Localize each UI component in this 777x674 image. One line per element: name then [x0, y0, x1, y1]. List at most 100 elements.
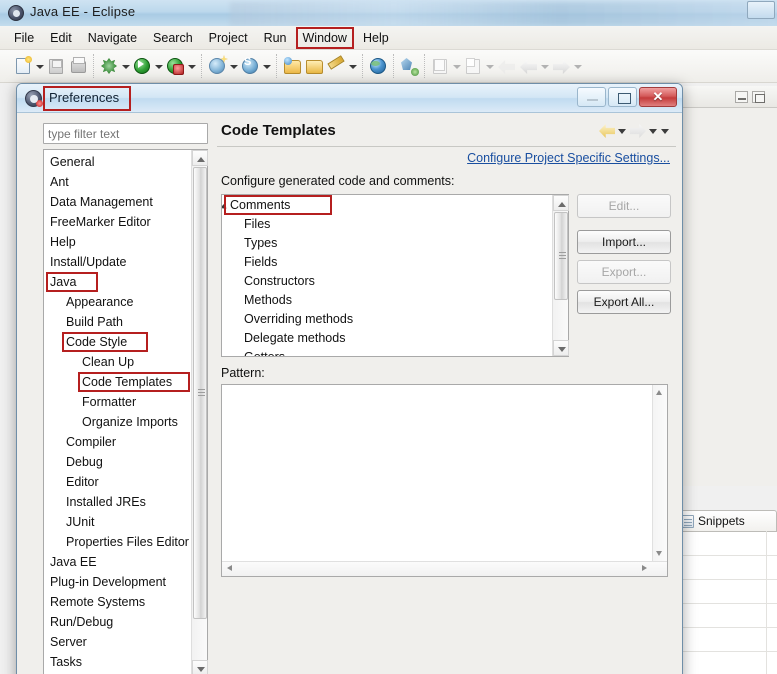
- templates-scroll-thumb[interactable]: [554, 212, 568, 300]
- template-item-comments[interactable]: Comments: [222, 195, 552, 215]
- tree-item-freemarker-editor[interactable]: FreeMarker Editor: [44, 212, 191, 232]
- open-resource-icon[interactable]: [304, 56, 324, 76]
- dialog-close-button[interactable]: [639, 87, 677, 107]
- open-dropdown-arrow[interactable]: [348, 56, 357, 76]
- preferences-tree[interactable]: General Ant Data Management FreeMarker Edit…: [43, 149, 208, 674]
- new-server-icon[interactable]: [240, 56, 260, 76]
- run-as-dropdown-arrow[interactable]: [187, 56, 196, 76]
- forward-dropdown-arrow[interactable]: [649, 124, 658, 138]
- tab-snippets[interactable]: Snippets: [676, 510, 777, 531]
- export-all-button[interactable]: Export All...: [577, 290, 671, 314]
- template-item-types[interactable]: Types: [222, 234, 552, 253]
- new-wizard-icon[interactable]: [207, 56, 227, 76]
- run-icon[interactable]: [132, 56, 152, 76]
- templates-scrollbar[interactable]: [552, 195, 569, 356]
- dialog-maximize-button[interactable]: [608, 87, 637, 107]
- tree-item-help[interactable]: Help: [44, 232, 191, 252]
- pencil-icon[interactable]: [326, 56, 346, 76]
- back-arrow-icon[interactable]: [599, 124, 615, 138]
- filter-input[interactable]: [44, 124, 207, 143]
- back-dropdown-arrow: [540, 56, 549, 76]
- tree-item-tasks[interactable]: Tasks: [44, 652, 191, 672]
- tree-item-properties-files-editor[interactable]: Properties Files Editor: [44, 532, 191, 552]
- forward-arrow-icon[interactable]: [630, 124, 646, 138]
- web-browser-icon[interactable]: [368, 56, 388, 76]
- tree-scrollbar[interactable]: [191, 150, 208, 674]
- tree-scroll-down-arrow[interactable]: [192, 660, 208, 674]
- external-tools-icon[interactable]: [399, 56, 419, 76]
- templates-scroll-down-arrow[interactable]: [553, 340, 569, 356]
- debug-icon[interactable]: [99, 56, 119, 76]
- template-item-delegate-methods[interactable]: Delegate methods: [222, 329, 552, 348]
- menu-edit[interactable]: Edit: [42, 28, 80, 48]
- tree-item-general[interactable]: General: [44, 152, 191, 172]
- tree-item-run-debug[interactable]: Run/Debug: [44, 612, 191, 632]
- tree-item-appearance[interactable]: Appearance: [44, 292, 191, 312]
- tree-item-debug[interactable]: Debug: [44, 452, 191, 472]
- dialog-minimize-button[interactable]: [577, 87, 606, 107]
- pattern-scroll-left-arrow[interactable]: [222, 561, 237, 576]
- configure-project-specific-settings-link[interactable]: Configure Project Specific Settings...: [467, 151, 670, 165]
- new-server-dropdown-arrow[interactable]: [262, 56, 271, 76]
- menu-file[interactable]: File: [6, 28, 42, 48]
- print-icon[interactable]: [68, 56, 88, 76]
- template-item-methods[interactable]: Methods: [222, 291, 552, 310]
- template-item-overriding-methods[interactable]: Overriding methods: [222, 310, 552, 329]
- run-as-icon[interactable]: [165, 56, 185, 76]
- tree-item-plug-in-development[interactable]: Plug-in Development: [44, 572, 191, 592]
- window-minimize-button[interactable]: [747, 1, 775, 19]
- tree-item-clean-up[interactable]: Clean Up: [44, 352, 191, 372]
- code-templates-list[interactable]: Comments Files Types Fields Constructors Meth…: [221, 194, 569, 357]
- new-dropdown-arrow[interactable]: [35, 56, 44, 76]
- debug-dropdown-arrow[interactable]: [121, 56, 130, 76]
- menu-project[interactable]: Project: [201, 28, 256, 48]
- tree-item-server[interactable]: Server: [44, 632, 191, 652]
- menu-window[interactable]: Window: [295, 26, 355, 49]
- tree-item-formatter[interactable]: Formatter: [44, 392, 191, 412]
- template-item-constructors[interactable]: Constructors: [222, 272, 552, 291]
- tree-item-ant[interactable]: Ant: [44, 172, 191, 192]
- tree-item-code-style[interactable]: Code Style: [44, 332, 191, 352]
- templates-scroll-up-arrow[interactable]: [553, 195, 569, 211]
- tree-item-organize-imports[interactable]: Organize Imports: [44, 412, 191, 432]
- pattern-scroll-down-arrow[interactable]: [652, 546, 667, 561]
- menu-help[interactable]: Help: [355, 28, 397, 48]
- pattern-textarea[interactable]: [221, 384, 668, 577]
- import-button[interactable]: Import...: [577, 230, 671, 254]
- pattern-vertical-scrollbar[interactable]: [652, 385, 667, 561]
- menu-navigate[interactable]: Navigate: [80, 28, 145, 48]
- edit-button[interactable]: Edit...: [577, 194, 671, 218]
- pattern-scroll-right-arrow[interactable]: [637, 561, 652, 576]
- tree-item-code-templates[interactable]: Code Templates: [44, 372, 191, 392]
- tree-item-remote-systems[interactable]: Remote Systems: [44, 592, 191, 612]
- tree-scroll-up-arrow[interactable]: [192, 150, 208, 166]
- tree-item-compiler[interactable]: Compiler: [44, 432, 191, 452]
- view-menu-arrow[interactable]: [661, 124, 670, 138]
- tree-item-data-management[interactable]: Data Management: [44, 192, 191, 212]
- template-item-fields[interactable]: Fields: [222, 253, 552, 272]
- pattern-horizontal-scrollbar[interactable]: [222, 561, 667, 576]
- run-dropdown-arrow[interactable]: [154, 56, 163, 76]
- background-panel-maximize-icon[interactable]: [752, 91, 765, 103]
- template-item-getters[interactable]: Getters: [222, 348, 552, 356]
- filter-input-wrapper[interactable]: [43, 123, 208, 144]
- open-type-icon[interactable]: [282, 56, 302, 76]
- export-button[interactable]: Export...: [577, 260, 671, 284]
- template-item-files[interactable]: Files: [222, 215, 552, 234]
- save-icon[interactable]: [46, 56, 66, 76]
- tree-item-installed-jres[interactable]: Installed JREs: [44, 492, 191, 512]
- tree-item-junit[interactable]: JUnit: [44, 512, 191, 532]
- menu-search[interactable]: Search: [145, 28, 201, 48]
- pattern-scroll-up-arrow[interactable]: [652, 385, 667, 400]
- background-panel-minimize-icon[interactable]: [735, 91, 748, 103]
- tree-item-editor[interactable]: Editor: [44, 472, 191, 492]
- new-wizard-dropdown-arrow[interactable]: [229, 56, 238, 76]
- tree-item-java-ee[interactable]: Java EE: [44, 552, 191, 572]
- new-icon[interactable]: [13, 56, 33, 76]
- menu-run[interactable]: Run: [256, 28, 295, 48]
- tree-item-install-update[interactable]: Install/Update: [44, 252, 191, 272]
- tree-item-build-path[interactable]: Build Path: [44, 312, 191, 332]
- back-dropdown-arrow[interactable]: [618, 124, 627, 138]
- tree-scroll-thumb[interactable]: [193, 167, 207, 619]
- tree-item-java[interactable]: Java: [44, 272, 191, 292]
